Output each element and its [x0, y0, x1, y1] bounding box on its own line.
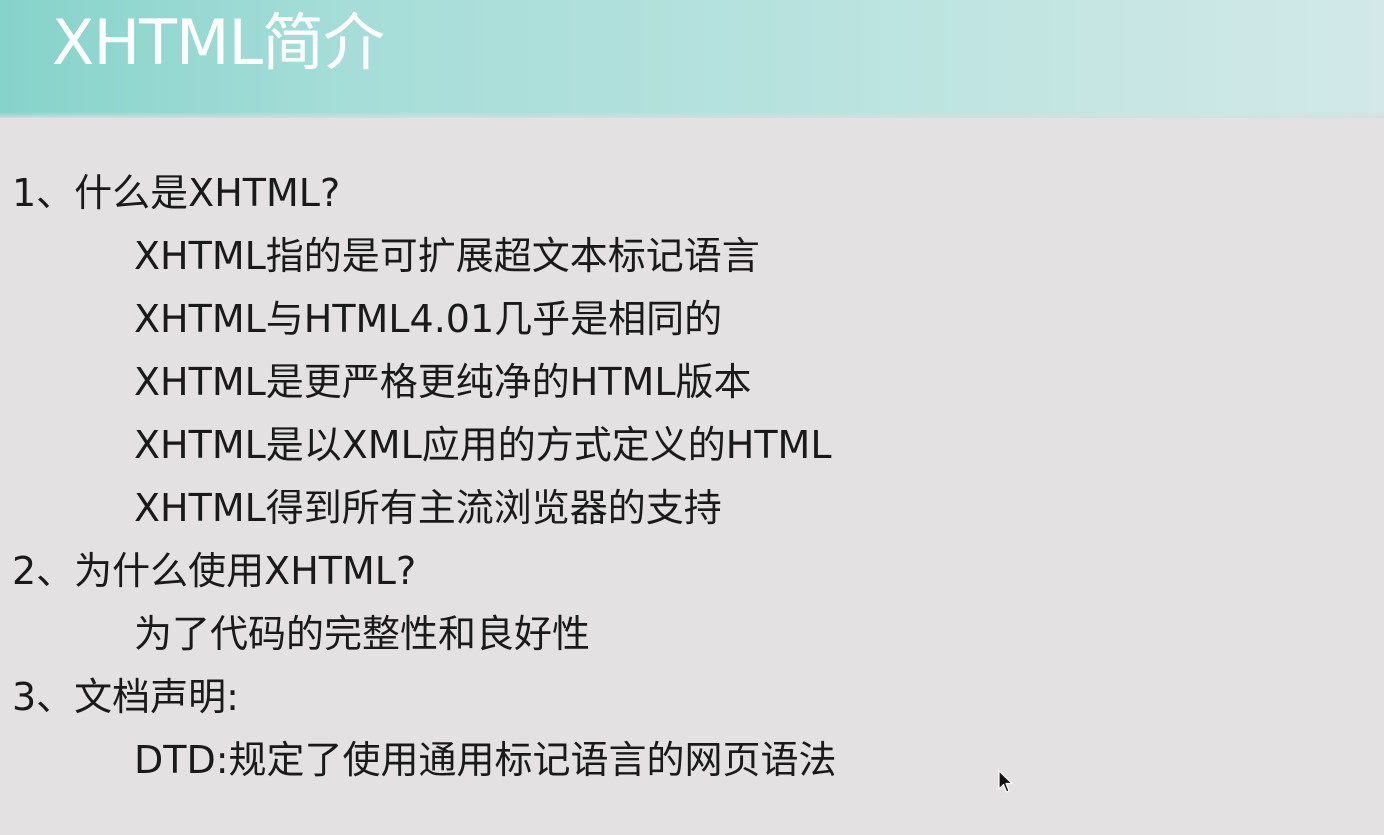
list-item: XHTML是以XML应用的方式定义的HTML: [134, 423, 832, 467]
list-item: 为了代码的完整性和良好性: [134, 612, 591, 656]
section-heading-why: 2、为什么使用XHTML?: [12, 549, 417, 593]
slide: XHTML简介 1、什么是XHTML? XHTML指的是可扩展超文本标记语言 X…: [0, 0, 1384, 835]
section-heading-doctype: 3、文档声明:: [12, 675, 239, 719]
list-item: XHTML得到所有主流浏览器的支持: [134, 486, 722, 530]
list-item: DTD:规定了使用通用标记语言的网页语法: [134, 738, 837, 782]
slide-title: XHTML简介: [52, 6, 385, 79]
list-item: XHTML指的是可扩展超文本标记语言: [134, 234, 760, 278]
list-item: XHTML与HTML4.01几乎是相同的: [134, 297, 723, 341]
section-heading-what: 1、什么是XHTML?: [12, 171, 341, 215]
slide-content: 1、什么是XHTML? XHTML指的是可扩展超文本标记语言 XHTML与HTM…: [0, 162, 1384, 792]
mouse-pointer-icon: [998, 770, 1013, 793]
title-bar: XHTML简介: [0, 0, 1384, 118]
list-item: XHTML是更严格更纯净的HTML版本: [134, 360, 752, 404]
